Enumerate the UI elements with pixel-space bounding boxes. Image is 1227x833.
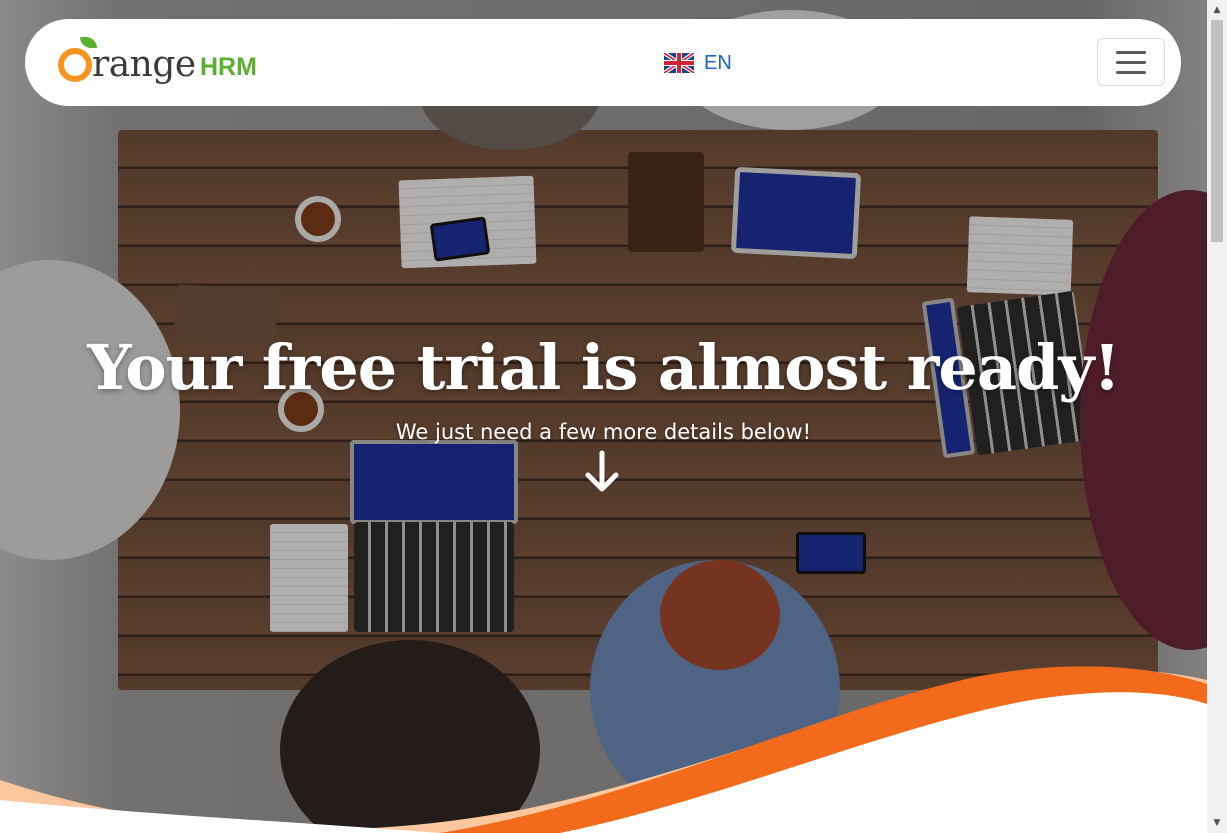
hamburger-menu-icon — [1116, 61, 1146, 64]
arrow-down-icon[interactable] — [584, 450, 620, 494]
scroll-down-arrow-icon[interactable]: ▼ — [1207, 813, 1227, 833]
uk-flag-icon — [664, 53, 694, 73]
scroll-up-arrow-icon[interactable]: ▲ — [1207, 0, 1227, 20]
hamburger-menu-button[interactable] — [1097, 38, 1165, 86]
page-scrollbar[interactable]: ▲ ▼ — [1207, 0, 1227, 833]
orangehrm-logo[interactable]: range HRM — [58, 36, 263, 90]
decorative-wave — [0, 666, 1207, 833]
hamburger-menu-icon — [1116, 51, 1146, 54]
language-selector[interactable]: EN — [664, 50, 732, 76]
hamburger-menu-icon — [1116, 71, 1146, 74]
scrollbar-thumb[interactable] — [1211, 20, 1223, 242]
page-headline: Your free trial is almost ready! — [87, 331, 1120, 404]
language-code: EN — [704, 51, 732, 74]
logo-wordmark: range — [92, 44, 196, 85]
logo-orange-ring — [58, 48, 92, 82]
logo-hrm: HRM — [200, 53, 257, 81]
hero-background-photo: Your free trial is almost ready! We just… — [0, 0, 1207, 833]
top-navbar: range HRM EN — [25, 19, 1181, 106]
page-subheadline: We just need a few more details below! — [395, 420, 812, 444]
